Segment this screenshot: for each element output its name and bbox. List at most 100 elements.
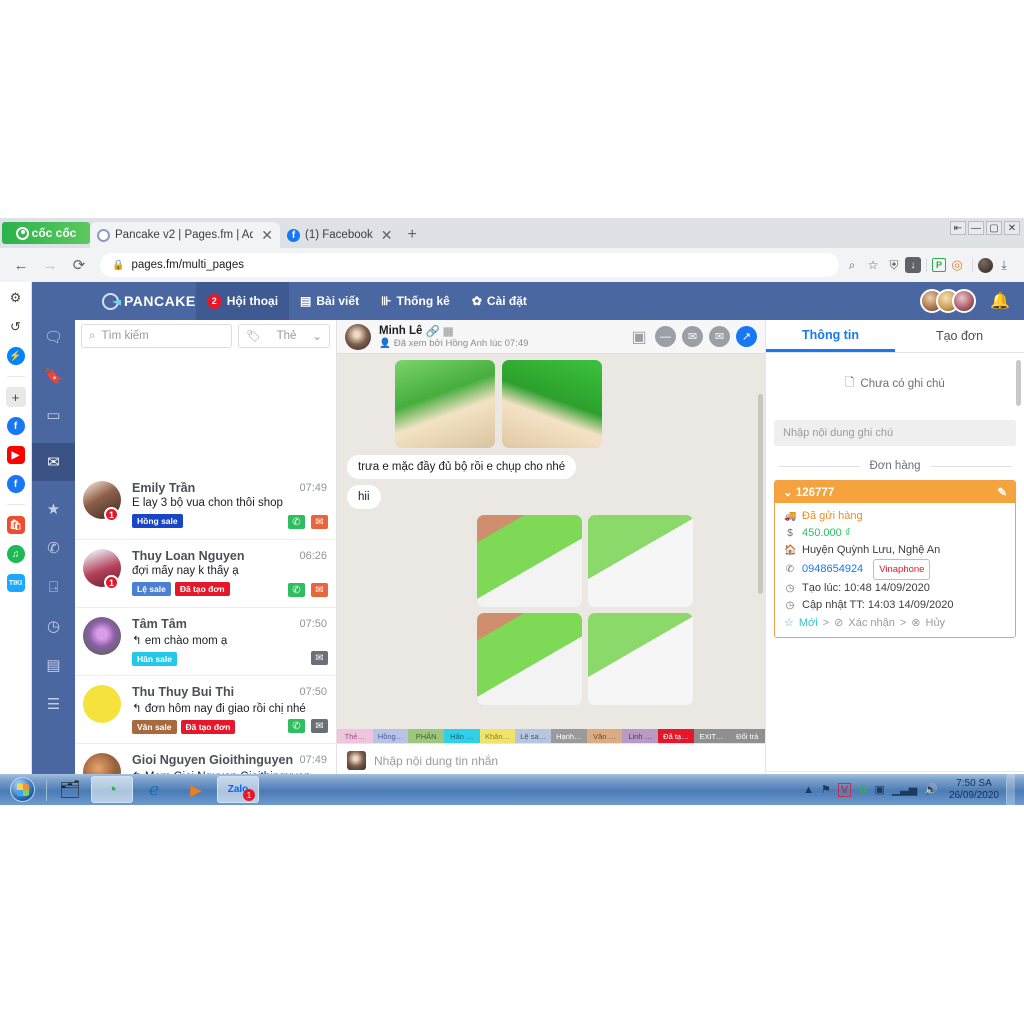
sidebar-item-bookmark[interactable]: 🔖 [41,365,67,387]
message-photo[interactable] [477,613,582,705]
quick-tag[interactable]: EXIT… [693,729,730,743]
nav-item-thong-ke[interactable]: ⊪ Thống kê [370,282,461,320]
pencil-icon[interactable]: ✎ [997,485,1007,499]
quick-tag[interactable]: Đã tạ… [658,729,694,743]
close-tab-icon[interactable]: ✕ [258,228,273,242]
volume-icon[interactable]: 🔊 [924,783,938,796]
taskbar-explorer[interactable]: 🗂 [49,776,91,803]
sidebar-item-inbox[interactable]: ✉ [32,443,75,481]
downloads-icon[interactable]: ⤓ [994,255,1014,275]
reload-button[interactable]: ⟳ [66,252,92,278]
download-icon[interactable]: ↓ [905,257,921,273]
message-list[interactable]: trưa e mặc đầy đủ bộ rồi e chụp cho nhé … [337,354,765,729]
sidebar-item-star[interactable]: ★ [41,498,67,520]
start-button[interactable] [0,775,44,804]
antivirus-icon[interactable]: ✿ [858,783,867,796]
list-item[interactable]: 1 Emily Trần E lay 3 bộ vua chon thôi sh… [75,472,336,540]
shopee-icon[interactable]: 🛍 [6,515,26,535]
forward-button[interactable]: → [37,252,63,278]
minimize-icon[interactable]: — [968,221,984,235]
message-input[interactable]: Nhập nội dung tin nhắn [374,754,498,768]
taskbar-media-player[interactable]: ▶ [175,776,217,803]
facebook-icon[interactable]: f [6,416,26,436]
quick-tag[interactable]: Hạnh… [551,729,587,743]
arrow-up-right-icon[interactable]: ↗ [736,326,757,347]
quick-tag[interactable]: Hân … [444,729,480,743]
message-bubble[interactable]: hii [347,485,381,509]
nav-item-bai-viet[interactable]: ▤ Bài viết [289,282,370,320]
message-scrollbar[interactable] [758,394,763,594]
sidebar-item-archive[interactable]: ▤ [41,654,67,676]
history-icon[interactable]: ↺ [6,317,26,337]
mail-icon[interactable]: ✉ [311,719,328,733]
sidebar-item-logout[interactable]: ⍈ [41,576,67,598]
new-tab-button[interactable]: + [400,226,425,248]
page-avatars[interactable] [920,289,977,313]
note-input[interactable]: Nhập nội dung ghi chú [774,420,1016,446]
mail-icon[interactable]: ✉ [311,515,328,529]
maximize-icon[interactable]: ▢ [986,221,1002,235]
facebook-2-icon[interactable]: f [6,474,26,494]
sidebar-item-list[interactable]: ☰ [41,693,67,715]
coccoc-extension-icon[interactable]: ◎ [947,255,967,275]
conversation-scrollbar[interactable] [75,352,336,472]
tag-chip[interactable]: Vân sale [132,720,177,734]
bookmark-star-icon[interactable]: ☆ [863,255,883,275]
quick-tag[interactable]: Hồng… [372,729,409,743]
tag-chip[interactable]: Đã tạo đơn [174,582,230,596]
signal-icon[interactable]: ▁▃▅ [892,783,917,796]
conversation-list[interactable]: 1 Emily Trần E lay 3 bộ vua chon thôi sh… [75,352,336,805]
phone-icon[interactable]: ✆ [288,583,305,597]
status-step-moi[interactable]: Mới [799,617,818,629]
messenger-icon[interactable]: ⚡ [6,346,26,366]
zoom-icon[interactable]: ⌕ [842,255,862,275]
address-bar[interactable]: 🔒 pages.fm/multi_pages [100,253,839,277]
message-photo[interactable] [588,515,693,607]
list-item[interactable]: Thu Thuy Bui Thi ↰ đơn hôm nay đi giao r… [75,676,336,744]
taskbar-coccoc[interactable]: ◔ [91,776,133,803]
browser-tab-facebook[interactable]: f (1) Facebook ✕ [280,222,400,248]
phone-icon[interactable]: ✆ [288,515,305,529]
tag-chip[interactable]: Hồng sale [132,514,183,528]
notification-bell-icon[interactable]: 🔔 [990,291,1010,311]
unikey-icon[interactable]: V [837,782,852,797]
quick-tag[interactable]: Lệ sa… [515,729,552,743]
add-icon[interactable]: + [5,387,26,407]
note-scrollbar[interactable] [1016,360,1021,406]
tab-tao-don[interactable]: Tạo đơn [895,320,1024,352]
tag-chip[interactable]: Lệ sale [132,582,171,596]
quick-tag[interactable]: Thẻ… [337,729,373,743]
mail-icon[interactable]: ✉ [311,583,328,597]
mail-icon[interactable]: ✉ [311,651,328,665]
profile-avatar[interactable] [978,257,993,273]
nav-item-hoi-thoai[interactable]: 2 Hội thoại [195,282,290,320]
sidebar-item-phone[interactable]: ✆ [41,537,67,559]
sidebar-item-clock[interactable]: ◷ [41,615,67,637]
sidebar-item-pages[interactable]: 🗨 [41,326,67,348]
quick-tag[interactable]: PHÂN [408,729,445,743]
contact-card-icon[interactable]: ▣ [629,326,649,348]
list-item[interactable]: 1 Thuy Loan Nguyen đợi mấy nay k thấy ạ … [75,540,336,608]
tiki-icon[interactable]: TIKI [6,573,26,593]
taskbar-zalo[interactable]: Zalo 1 [217,776,259,803]
network-flag-icon[interactable]: ⚑ [821,783,831,796]
search-input[interactable]: ⌕ Tìm kiếm [81,324,232,348]
shield-icon[interactable]: ⛨ [884,255,904,275]
mail-circle-icon[interactable]: ✉ [682,326,703,347]
quick-tag[interactable]: Đổi trả [729,729,766,743]
tag-chip[interactable]: Đã tạo đơn [180,720,236,734]
message-photo[interactable] [477,515,582,607]
back-button[interactable]: ← [8,252,34,278]
message-photo[interactable] [588,613,693,705]
chevron-down-icon[interactable]: ⌄ [783,487,793,499]
minus-circle-icon[interactable]: — [655,326,676,347]
action-center-icon[interactable]: ▣ [874,783,884,796]
quick-tag[interactable]: Vân … [586,729,623,743]
youtube-icon[interactable]: ▶ [6,445,26,465]
restore-down-icon[interactable]: ⇤ [950,221,966,235]
tab-thong-tin[interactable]: Thông tin [766,320,895,352]
quick-tag[interactable]: Khăn… [479,729,516,743]
quick-tag[interactable]: Linh … [622,729,659,743]
taskbar-ie[interactable]: ℯ [133,776,175,803]
message-bubble[interactable]: trưa e mặc đầy đủ bộ rồi e chụp cho nhé [347,455,577,479]
